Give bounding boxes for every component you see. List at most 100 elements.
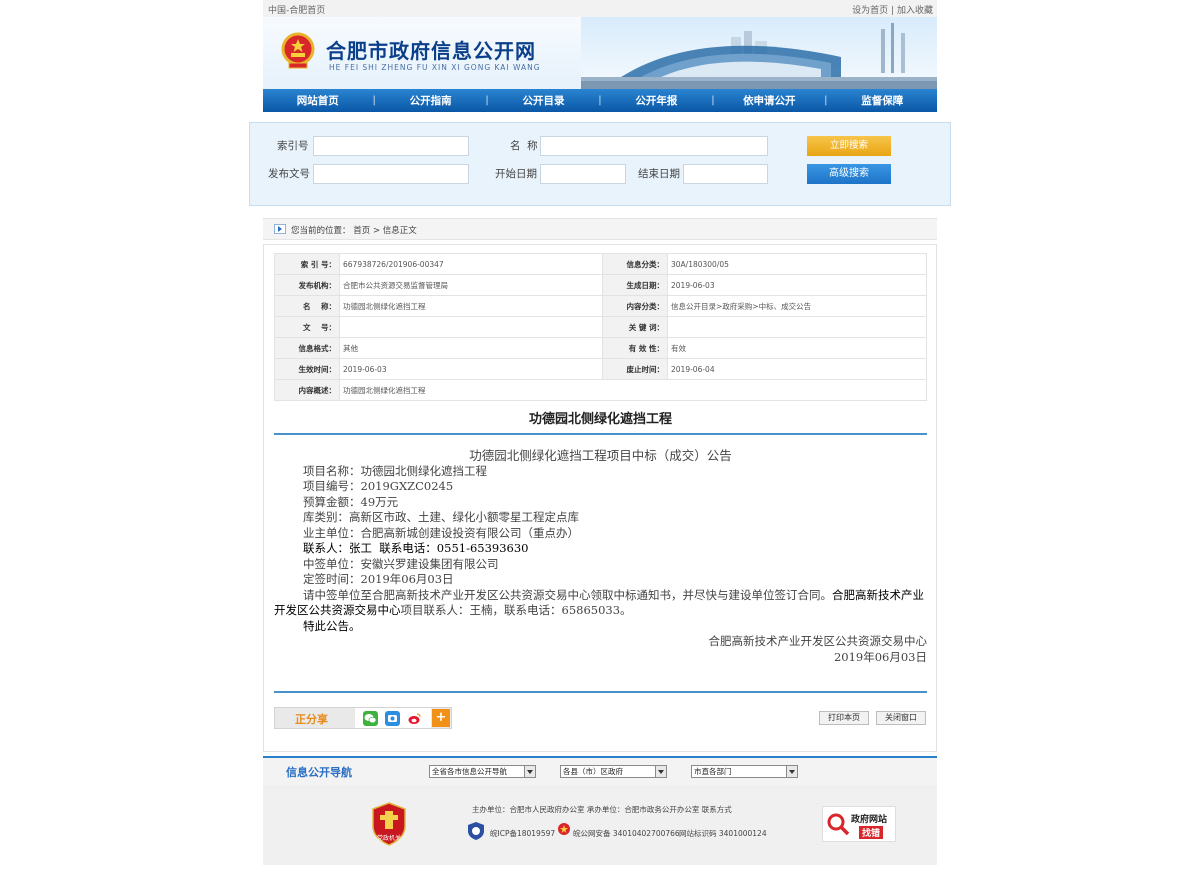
body-line: 项目编号：2019GXZC0245: [303, 479, 454, 493]
home-link[interactable]: 中国-合肥首页: [268, 3, 325, 16]
meta-value: [667, 316, 927, 338]
end-date-input[interactable]: [683, 164, 768, 184]
body-notice: 请中签单位至合肥高新技术产业开发区公共资源交易中心领取中标通知书，并尽快与建设单…: [274, 588, 927, 619]
county-nav-select[interactable]: 各县（市）区政府: [560, 765, 667, 778]
icp-number[interactable]: 皖ICP备18019597: [490, 828, 555, 839]
breadcrumb: 您当前的位置： 首页 > 信息正文: [263, 218, 937, 240]
meta-key: 名 称：: [274, 295, 340, 317]
meta-key: 关 键 词：: [602, 316, 668, 338]
meta-key: 废止时间：: [602, 358, 668, 380]
party-government-badge-icon[interactable]: 党政机关: [371, 802, 407, 846]
notice-heading: 功德园北侧绿化遮挡工程项目中标（成交）公告: [469, 448, 732, 463]
notice-part2: 项目联系人：王楠，联系电话：65865033。: [400, 603, 632, 617]
share-label: 正分享: [295, 713, 328, 726]
table-row: 信息格式： 其他 有 效 性： 有效: [274, 337, 927, 359]
meta-value: 信息公开目录>政府采购>中标、成交公告: [667, 295, 927, 317]
body-line: 业主单位：合肥高新城创建设投资有限公司（重点办）: [303, 525, 579, 540]
article-body: 功德园北侧绿化遮挡工程项目中标（成交）公告 项目名称：功德园北侧绿化遮挡工程 项…: [274, 448, 927, 665]
index-label: 索引号: [277, 140, 309, 152]
signature-org: 合肥高新技术产业开发区公共资源交易中心: [708, 634, 928, 648]
table-row: 生效时间： 2019-06-03 废止时间： 2019-06-04: [274, 358, 927, 380]
site-pinyin: HE FEI SHI ZHENG FU XIN XI GONG KAI WANG: [329, 63, 541, 72]
name-label: 名 称: [510, 140, 538, 152]
chevron-down-icon: [524, 766, 535, 777]
body-contact: 联系人：张工 联系电话：0551-65393630: [303, 541, 529, 555]
meta-value: 有效: [667, 337, 927, 359]
signature-date: 2019年06月03日: [833, 649, 927, 664]
advanced-search-button[interactable]: 高级搜索: [807, 164, 891, 184]
police-record[interactable]: 皖公网安备 34010402700766: [573, 828, 680, 839]
footer-nav: 信息公开导航 全省各市信息公开导航 各县（市）区政府 市直各部门: [263, 756, 937, 785]
chevron-down-icon: [786, 766, 797, 777]
share-bar: 正分享 +: [274, 707, 452, 729]
article-title: 功德园北侧绿化遮挡工程: [528, 412, 672, 427]
body-line: 中签单位：安徽兴罗建设集团有限公司: [303, 556, 499, 571]
print-button[interactable]: 打印本页: [819, 711, 869, 725]
department-nav-select[interactable]: 市直各部门: [691, 765, 798, 778]
body-line: 项目名称：功德园北侧绿化遮挡工程: [303, 463, 487, 478]
province-nav-select[interactable]: 全省各市信息公开导航: [429, 765, 536, 778]
close-window-button[interactable]: 关闭窗口: [876, 711, 926, 725]
body-line: 定签时间：2019年06月03日: [303, 572, 454, 586]
body-line: 库类别：高新区市政、土建、绿化小额零星工程定点库: [303, 510, 579, 524]
weibo-icon[interactable]: [407, 711, 422, 726]
wechat-icon[interactable]: [363, 711, 378, 726]
meta-key: 有 效 性：: [602, 337, 668, 359]
site-title: 合肥市政府信息公开网: [326, 39, 536, 63]
magnifier-icon: [827, 813, 850, 836]
breadcrumb-current: 信息正文: [382, 226, 417, 236]
meta-value: 功德园北侧绿化遮挡工程: [339, 379, 927, 401]
meta-key: 信息格式：: [274, 337, 340, 359]
location-arrow-icon: [274, 224, 286, 234]
meta-value: 功德园北侧绿化遮挡工程: [339, 295, 603, 317]
doc-number-input[interactable]: [313, 164, 469, 184]
main-nav: 网站首页 | 公开指南 | 公开目录 | 公开年报 | 依申请公开 | 监督保障: [263, 89, 937, 112]
meta-key: 生效时间：: [274, 358, 340, 380]
meta-value: 其他: [339, 337, 603, 359]
search-button[interactable]: 立即搜索: [807, 136, 891, 156]
nav-supervision[interactable]: 监督保障: [827, 93, 937, 108]
national-emblem-icon: [281, 32, 315, 69]
breadcrumb-arrow: >: [372, 226, 381, 236]
index-input[interactable]: [313, 136, 469, 156]
meta-key: 生成日期：: [602, 274, 668, 296]
body-line: 预算金额：49万元: [303, 494, 399, 509]
gov-find-sub: 找错: [859, 826, 884, 839]
nav-catalog[interactable]: 公开目录: [489, 93, 599, 108]
nav-guide[interactable]: 公开指南: [376, 93, 486, 108]
table-row: 发布机构： 合肥市公共资源交易监督管理局 生成日期： 2019-06-03: [274, 274, 927, 296]
table-row: 内容概述： 功德园北侧绿化遮挡工程: [274, 379, 927, 401]
more-share-icon[interactable]: +: [432, 709, 450, 727]
meta-key: 发布机构：: [274, 274, 340, 296]
add-favorite-link[interactable]: 加入收藏: [897, 6, 933, 16]
start-date-input[interactable]: [540, 164, 626, 184]
body-closing: 特此公告。: [303, 618, 361, 633]
top-links: 设为首页 | 加入收藏: [852, 3, 933, 16]
qzone-icon[interactable]: [385, 711, 400, 726]
top-bar: 中国-合肥首页 设为首页 | 加入收藏: [263, 0, 937, 17]
site-header: 合肥市政府信息公开网 HE FEI SHI ZHENG FU XIN XI GO…: [263, 17, 937, 89]
set-home-link[interactable]: 设为首页: [852, 6, 888, 16]
meta-key: 内容分类：: [602, 295, 668, 317]
meta-value: 2019-06-03: [667, 274, 927, 296]
notice-part1: 请中签单位至合肥高新技术产业开发区公共资源交易中心领取中标通知书，并尽快与建设单…: [303, 587, 832, 602]
body-divider: [274, 691, 927, 693]
meta-value: [339, 316, 603, 338]
breadcrumb-home[interactable]: 首页: [353, 226, 370, 236]
nav-apply[interactable]: 依申请公开: [715, 93, 825, 108]
meta-key: 索 引 号：: [274, 253, 340, 275]
nav-home[interactable]: 网站首页: [263, 93, 373, 108]
police-badge-icon: [558, 823, 570, 835]
icp-shield-icon: [468, 822, 484, 840]
name-input[interactable]: [540, 136, 768, 156]
footer-nav-title: 信息公开导航: [286, 766, 352, 779]
footer-sponsor: 主办单位：合肥市人民政府办公室 承办单位：合肥市政务公开办公室 联系方式: [472, 805, 732, 814]
table-row: 文 号： 关 键 词：: [274, 316, 927, 338]
nav-annual-report[interactable]: 公开年报: [602, 93, 712, 108]
start-date-label: 开始日期: [495, 168, 537, 180]
table-row: 索 引 号： 667938726/201906-00347 信息分类： 30A/…: [274, 253, 927, 275]
gov-site-find-error-link[interactable]: 政府网站 找错: [822, 806, 896, 842]
meta-value: 2019-06-03: [339, 358, 603, 380]
meta-value: 2019-06-04: [667, 358, 927, 380]
gov-find-title: 政府网站: [851, 815, 888, 825]
